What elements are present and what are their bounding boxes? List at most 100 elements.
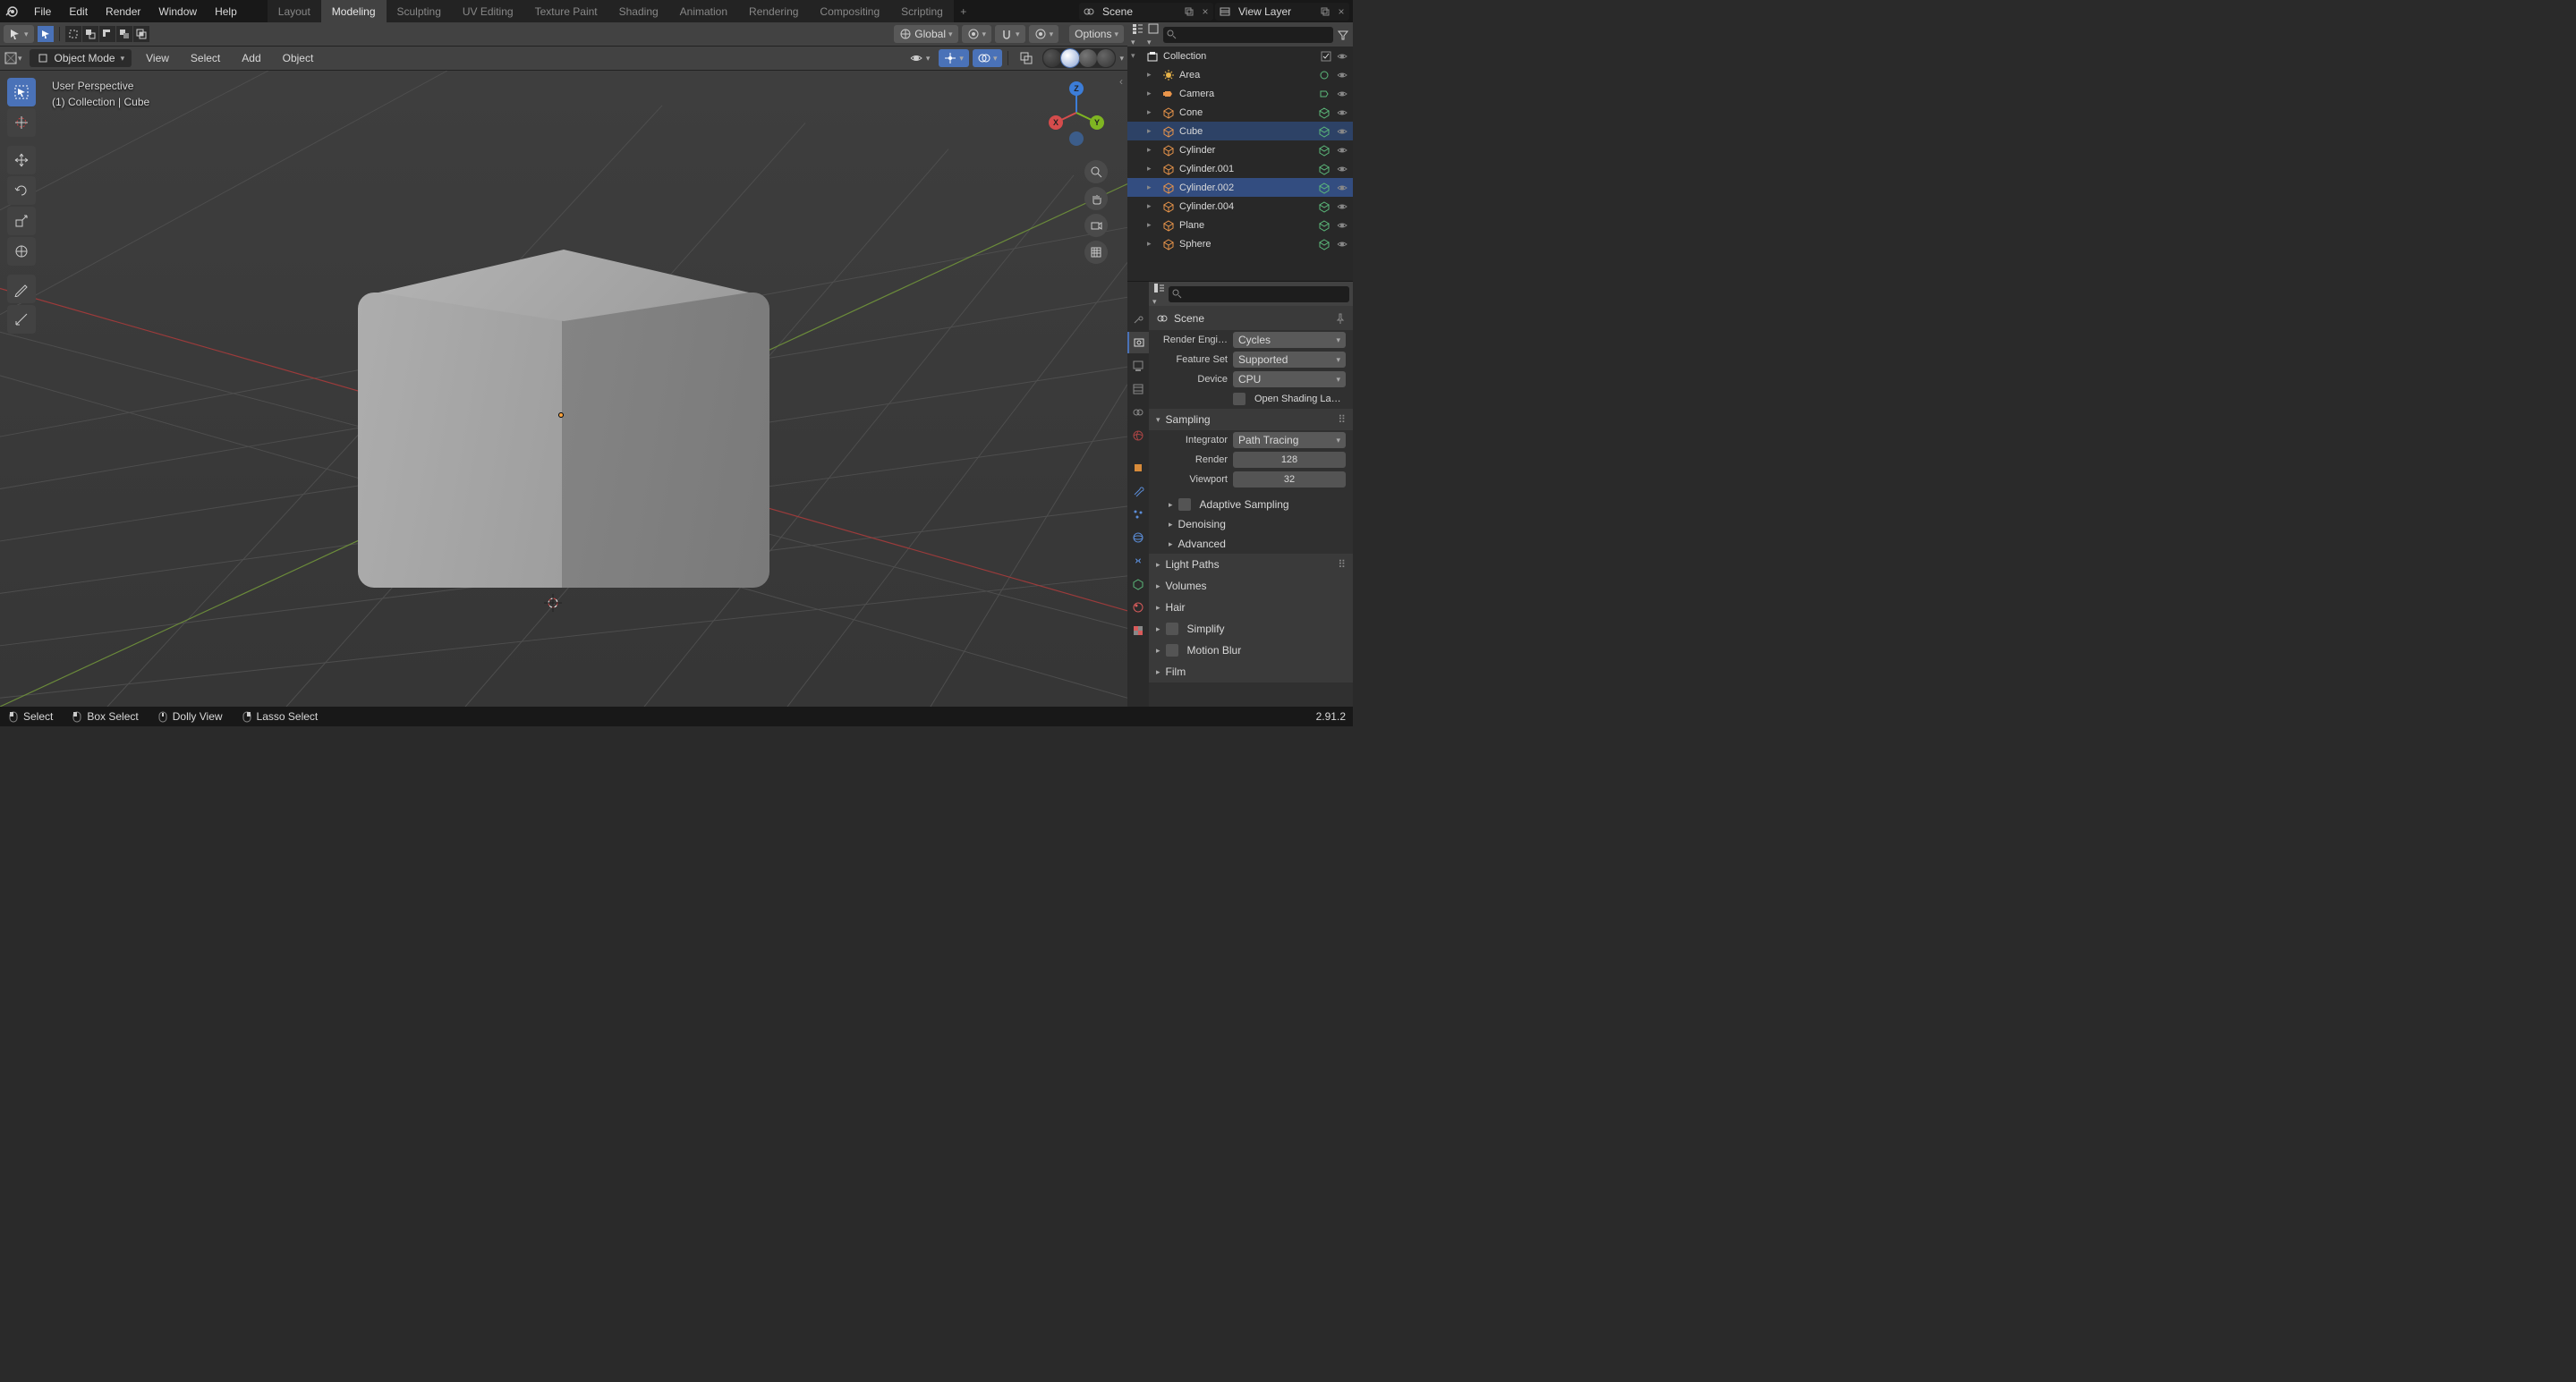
motion-blur-panel-header[interactable]: ▸Motion Blur	[1149, 640, 1353, 661]
select-tweak-icon[interactable]	[38, 26, 54, 42]
tool-fallback-dropdown[interactable]: ▾	[4, 25, 34, 43]
tab-animation[interactable]: Animation	[669, 0, 738, 22]
viewport-samples-field[interactable]: 32	[1233, 471, 1346, 488]
pan-nav-icon[interactable]	[1084, 187, 1108, 210]
hair-panel-header[interactable]: ▸Hair	[1149, 597, 1353, 618]
object-tab-icon[interactable]	[1127, 457, 1149, 479]
exclude-checkbox[interactable]	[1319, 49, 1333, 64]
scene-browse-icon[interactable]	[1181, 7, 1197, 16]
properties-search[interactable]	[1169, 286, 1349, 302]
denoising-row[interactable]: ▸Denoising	[1149, 514, 1353, 534]
scene-collection-row[interactable]: ▾ Collection	[1127, 47, 1353, 65]
output-tab-icon[interactable]	[1127, 355, 1149, 377]
world-tab-icon[interactable]	[1127, 425, 1149, 446]
film-panel-header[interactable]: ▸Film	[1149, 661, 1353, 683]
z-axis-icon[interactable]: Z	[1069, 81, 1084, 96]
transform-tool[interactable]	[7, 237, 36, 266]
material-tab-icon[interactable]	[1127, 597, 1149, 618]
hide-viewport-icon[interactable]	[1335, 68, 1349, 82]
simplify-panel-header[interactable]: ▸Simplify	[1149, 618, 1353, 640]
rendered-shading[interactable]	[1097, 49, 1115, 67]
osl-checkbox[interactable]	[1233, 393, 1245, 405]
hide-viewport-icon[interactable]	[1335, 143, 1349, 157]
sidebar-toggle-icon[interactable]: ‹	[1117, 72, 1126, 90]
expand-arrow-icon[interactable]: ▸	[1147, 126, 1158, 136]
expand-arrow-icon[interactable]: ▸	[1147, 89, 1158, 98]
hide-viewport-icon[interactable]	[1335, 162, 1349, 176]
scale-tool[interactable]	[7, 207, 36, 235]
filter-icon[interactable]	[1337, 29, 1349, 41]
menu-render[interactable]: Render	[97, 0, 149, 22]
neg-z-axis-icon[interactable]	[1069, 131, 1084, 146]
outliner-item-cylinder-002[interactable]: ▸Cylinder.002	[1127, 178, 1353, 197]
panel-options-icon[interactable]: ⠿	[1338, 558, 1346, 571]
render-engine-dropdown[interactable]: Cycles▾	[1233, 332, 1346, 348]
panel-options-icon[interactable]: ⠿	[1338, 413, 1346, 426]
add-menu[interactable]: Add	[234, 52, 268, 64]
expand-arrow-icon[interactable]: ▸	[1147, 182, 1158, 192]
scene-close-icon[interactable]: ×	[1197, 5, 1213, 18]
view-layer-selector[interactable]: View Layer ×	[1215, 3, 1349, 21]
modifier-tab-icon[interactable]	[1127, 480, 1149, 502]
perspective-nav-icon[interactable]	[1084, 241, 1108, 264]
options-dropdown[interactable]: Options▾	[1069, 25, 1124, 43]
mode-selector[interactable]: Object Mode▾	[30, 49, 132, 67]
expand-arrow-icon[interactable]: ▸	[1147, 145, 1158, 155]
hide-viewport-icon[interactable]	[1335, 106, 1349, 120]
orientation-dropdown[interactable]: Global▾	[894, 25, 957, 43]
navigation-gizmo[interactable]: Z X Y	[1043, 80, 1109, 146]
adaptive-checkbox[interactable]	[1178, 498, 1191, 511]
layer-browse-icon[interactable]	[1317, 7, 1333, 16]
outliner-item-cylinder[interactable]: ▸Cylinder	[1127, 140, 1353, 159]
integrator-dropdown[interactable]: Path Tracing▾	[1233, 432, 1346, 448]
drag-subtract-icon[interactable]	[99, 26, 115, 42]
render-samples-field[interactable]: 128	[1233, 452, 1346, 468]
xray-toggle[interactable]	[1014, 49, 1039, 67]
hide-viewport-icon[interactable]	[1335, 199, 1349, 214]
tab-compositing[interactable]: Compositing	[809, 0, 890, 22]
solid-shading[interactable]	[1061, 49, 1079, 67]
texture-tab-icon[interactable]	[1127, 620, 1149, 641]
editor-type-icon[interactable]: ▾	[4, 51, 22, 65]
object-menu[interactable]: Object	[276, 52, 321, 64]
select-box-tool[interactable]	[7, 78, 36, 106]
drag-extend-icon[interactable]	[82, 26, 98, 42]
outliner-item-cone[interactable]: ▸Cone	[1127, 103, 1353, 122]
sampling-panel-header[interactable]: ▾Sampling⠿	[1149, 409, 1353, 430]
tab-uv-editing[interactable]: UV Editing	[452, 0, 524, 22]
layer-close-icon[interactable]: ×	[1333, 5, 1349, 18]
expand-arrow-icon[interactable]: ▸	[1147, 239, 1158, 249]
feature-set-dropdown[interactable]: Supported▾	[1233, 352, 1346, 368]
outliner-search[interactable]	[1163, 27, 1333, 43]
expand-arrow-icon[interactable]: ▸	[1147, 220, 1158, 230]
tab-layout[interactable]: Layout	[268, 0, 321, 22]
cube-object[interactable]	[358, 250, 769, 589]
adaptive-sampling-row[interactable]: ▸Adaptive Sampling	[1149, 495, 1353, 514]
pin-icon[interactable]	[1335, 313, 1346, 324]
outliner-tree[interactable]: ▾ Collection ▸Area▸Camera▸Cone▸Cube▸Cyli…	[1127, 47, 1353, 281]
particle-tab-icon[interactable]	[1127, 504, 1149, 525]
data-tab-icon[interactable]	[1127, 573, 1149, 595]
overlay-toggle[interactable]: ▾	[973, 49, 1003, 67]
expand-arrow-icon[interactable]: ▸	[1147, 107, 1158, 117]
drag-invert-icon[interactable]	[116, 26, 132, 42]
pivot-dropdown[interactable]: ▾	[962, 25, 992, 43]
outliner-item-cylinder-004[interactable]: ▸Cylinder.004	[1127, 197, 1353, 216]
outliner-item-sphere[interactable]: ▸Sphere	[1127, 234, 1353, 253]
gizmo-toggle[interactable]: ▾	[939, 49, 969, 67]
move-tool[interactable]	[7, 146, 36, 174]
tab-shading[interactable]: Shading	[608, 0, 669, 22]
rotate-tool[interactable]	[7, 176, 36, 205]
hide-viewport-icon[interactable]	[1335, 49, 1349, 64]
menu-window[interactable]: Window	[149, 0, 206, 22]
simplify-checkbox[interactable]	[1166, 623, 1178, 635]
snap-toggle[interactable]: ▾	[995, 25, 1025, 43]
x-axis-icon[interactable]: X	[1049, 115, 1063, 130]
menu-help[interactable]: Help	[206, 0, 246, 22]
tab-rendering[interactable]: Rendering	[738, 0, 809, 22]
render-tab-icon[interactable]	[1127, 332, 1149, 353]
annotate-tool[interactable]	[7, 275, 36, 303]
constraint-tab-icon[interactable]	[1127, 550, 1149, 572]
viewport-canvas[interactable]: User Perspective (1) Collection | Cube Z…	[0, 71, 1127, 707]
outliner-item-plane[interactable]: ▸Plane	[1127, 216, 1353, 234]
